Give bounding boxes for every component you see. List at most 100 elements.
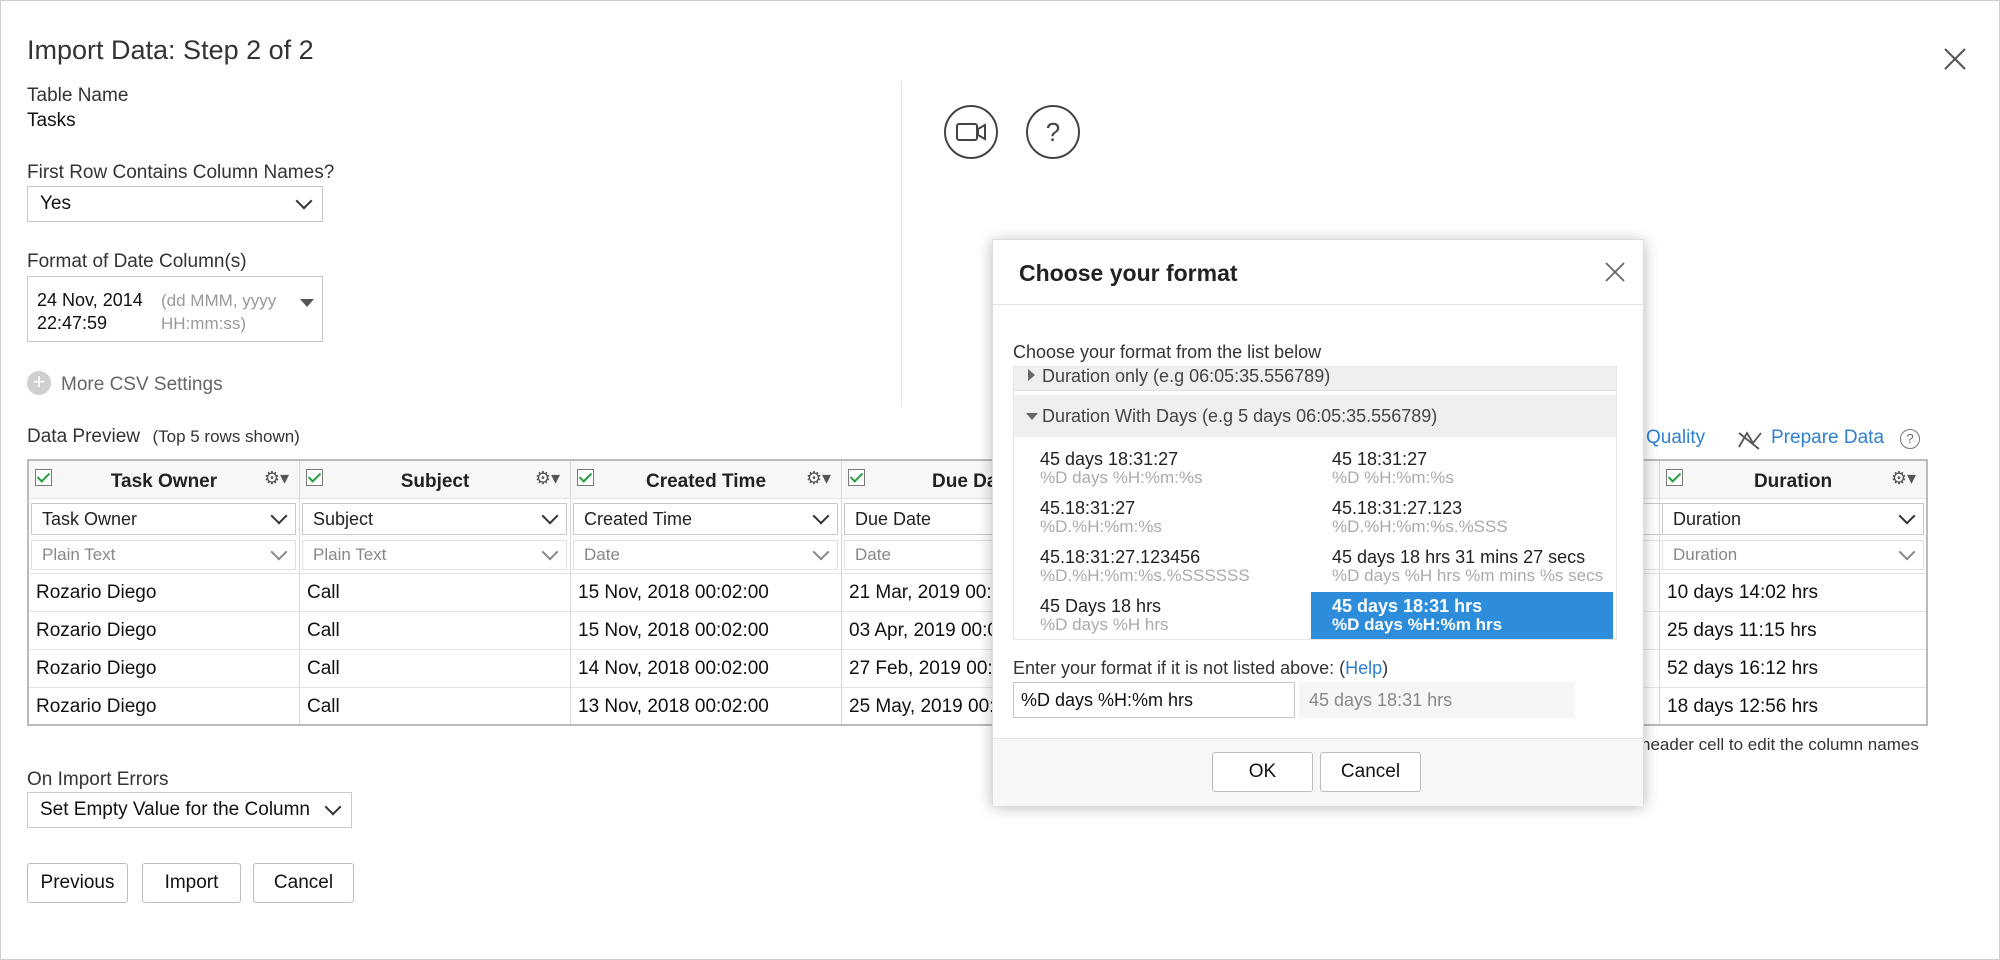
format-option[interactable]: 45 Days 18 hrs %D days %H hrs: [1014, 592, 1316, 639]
format-option[interactable]: 45 days 18 hrs 31 mins 27 secs %D days %…: [1306, 543, 1608, 591]
close-icon[interactable]: [1941, 45, 1969, 73]
format-option[interactable]: 45 days 18:31:27 %D days %H:%m:%s: [1014, 445, 1316, 493]
table-cell: 52 days 16:12 hrs: [1660, 649, 1926, 687]
column-mapping-value: Due Date: [855, 508, 932, 529]
column-name: Due Da: [932, 471, 998, 492]
caret-right-icon: [1028, 369, 1035, 381]
column-mapping-value: Created Time: [584, 508, 693, 529]
format-option[interactable]: 45.18:31:27 %D.%H:%m:%s: [1014, 494, 1316, 542]
table-cell: Rozario Diego: [29, 649, 299, 687]
column-header[interactable]: Duration ⚙▾: [1660, 461, 1926, 499]
format-example: 45 18:31:27: [1332, 449, 1428, 469]
format-option-selected[interactable]: 45 days 18:31 hrs %D days %H:%m hrs: [1311, 592, 1613, 639]
column-type-value: Date: [584, 545, 620, 564]
column-header[interactable]: Subject ⚙▾: [300, 461, 570, 499]
close-icon[interactable]: [1603, 260, 1627, 284]
first-row-value: Yes: [40, 193, 71, 214]
format-option[interactable]: 45 18:31:27 %D %H:%m:%s: [1306, 445, 1608, 493]
format-group-label: Duration only (e.g 06:05:35.556789): [1042, 366, 1331, 386]
import-errors-select[interactable]: Set Empty Value for the Column: [27, 792, 352, 828]
table-cell: Rozario Diego: [29, 573, 299, 611]
table-cell: Call: [300, 573, 570, 611]
column-type-select[interactable]: Plain Text: [31, 540, 296, 570]
choose-format-modal: Choose your format Choose your format fr…: [992, 239, 1644, 806]
custom-format-preview: 45 days 18:31 hrs: [1299, 682, 1575, 718]
gear-icon[interactable]: ⚙▾: [535, 468, 560, 489]
column-mapping-value: Duration: [1673, 508, 1742, 529]
ok-button[interactable]: OK: [1212, 752, 1313, 792]
date-format-hint: (dd MMM, yyyy HH:mm:ss): [161, 291, 277, 333]
column-mapping-select[interactable]: Duration: [1662, 503, 1924, 535]
prepare-data-link[interactable]: Prepare Data: [1771, 427, 1884, 449]
column-name: Duration: [1753, 471, 1833, 492]
column-type-select[interactable]: Duration: [1662, 540, 1924, 570]
prepare-data-icon[interactable]: [1737, 429, 1763, 451]
gear-icon[interactable]: ⚙▾: [1891, 468, 1916, 489]
column-mapping-select[interactable]: Task Owner: [31, 503, 296, 535]
previous-button[interactable]: Previous: [27, 863, 128, 903]
column-header[interactable]: Task Owner ⚙▾: [29, 461, 299, 499]
custom-format-label-close: ): [1382, 658, 1389, 678]
format-option[interactable]: 45.18:31:27.123456 %D.%H:%m:%s.%SSSSSS: [1014, 543, 1316, 591]
date-format-label: Format of Date Column(s): [27, 251, 247, 272]
table-cell: 15 Nov, 2018 00:02:00: [571, 573, 841, 611]
chevron-down-icon: [270, 543, 288, 561]
question-icon: ?: [1045, 116, 1061, 147]
chevron-down-icon: [1898, 507, 1916, 525]
format-pattern: %D %H:%m:%s: [1332, 468, 1454, 487]
column-type-value: Date: [855, 545, 891, 564]
table-cell: Rozario Diego: [29, 611, 299, 649]
column-mapping-value: Task Owner: [42, 508, 138, 529]
modal-cancel-button[interactable]: Cancel: [1320, 752, 1421, 792]
custom-format-input[interactable]: %D days %H:%m hrs: [1013, 682, 1295, 718]
table-cell: Rozario Diego: [29, 687, 299, 725]
date-format-select[interactable]: 24 Nov, 2014 22:47:59 (dd MMM, yyyy HH:m…: [27, 276, 323, 342]
column-mapping-value: Subject: [313, 508, 374, 529]
column-name: Subject: [400, 471, 470, 492]
format-pattern: %D.%H:%m:%s.%SSS: [1332, 517, 1508, 536]
quality-link[interactable]: Quality: [1646, 427, 1705, 449]
format-pattern: %D days %H hrs: [1040, 615, 1169, 634]
import-errors-label: On Import Errors: [27, 769, 169, 790]
format-example: 45 days 18:31 hrs: [1332, 596, 1483, 616]
table-name-label: Table Name: [27, 85, 129, 106]
chevron-down-icon: [541, 507, 559, 525]
column-type-select[interactable]: Date: [573, 540, 838, 570]
help-button[interactable]: ?: [1026, 105, 1080, 159]
page-title: Import Data: Step 2 of 2: [27, 35, 314, 65]
format-group-duration-only[interactable]: Duration only (e.g 06:05:35.556789): [1014, 366, 1616, 391]
table-cell: Call: [300, 611, 570, 649]
chevron-down-icon: [1898, 543, 1916, 561]
format-example: 45.18:31:27: [1040, 498, 1136, 518]
column-checkbox[interactable]: [848, 469, 865, 486]
format-example: 45 Days 18 hrs: [1040, 596, 1162, 616]
video-button[interactable]: [944, 105, 998, 159]
table-cell: 13 Nov, 2018 00:02:00: [571, 687, 841, 725]
column-type-select[interactable]: Plain Text: [302, 540, 567, 570]
format-group-duration-with-days[interactable]: Duration With Days (e.g 5 days 06:05:35.…: [1014, 395, 1616, 437]
import-button[interactable]: Import: [142, 863, 241, 903]
first-row-select[interactable]: Yes: [27, 186, 323, 222]
custom-format-label-text: Enter your format if it is not listed ab…: [1013, 658, 1346, 678]
help-icon[interactable]: ?: [1900, 429, 1920, 449]
gear-icon[interactable]: ⚙▾: [806, 468, 831, 489]
column-created-time: Created Time ⚙▾ Created Time Date 15 Nov…: [571, 461, 842, 724]
table-hint: header cell to edit the column names: [1641, 735, 1919, 754]
chevron-down-icon: [295, 192, 313, 210]
format-pattern: %D days %H:%m:%s: [1040, 468, 1203, 487]
cancel-button[interactable]: Cancel: [253, 863, 354, 903]
column-name: Task Owner: [110, 471, 218, 492]
more-csv-settings-link[interactable]: More CSV Settings: [61, 374, 223, 396]
chevron-down-icon: [541, 543, 559, 561]
plus-icon[interactable]: +: [27, 371, 51, 395]
gear-icon[interactable]: ⚙▾: [264, 468, 289, 489]
import-dialog: Import Data: Step 2 of 2 Table Name Task…: [0, 0, 2000, 960]
help-link[interactable]: Help: [1345, 658, 1382, 678]
column-mapping-select[interactable]: Created Time: [573, 503, 838, 535]
column-header[interactable]: Created Time ⚙▾: [571, 461, 841, 499]
format-group-label: Duration With Days (e.g 5 days 06:05:35.…: [1042, 405, 1438, 426]
format-option[interactable]: 45.18:31:27.123 %D.%H:%m:%s.%SSS: [1306, 494, 1608, 542]
column-mapping-select[interactable]: Subject: [302, 503, 567, 535]
format-example: 45 days 18:31:27: [1040, 449, 1179, 469]
column-name: Created Time: [645, 471, 767, 492]
